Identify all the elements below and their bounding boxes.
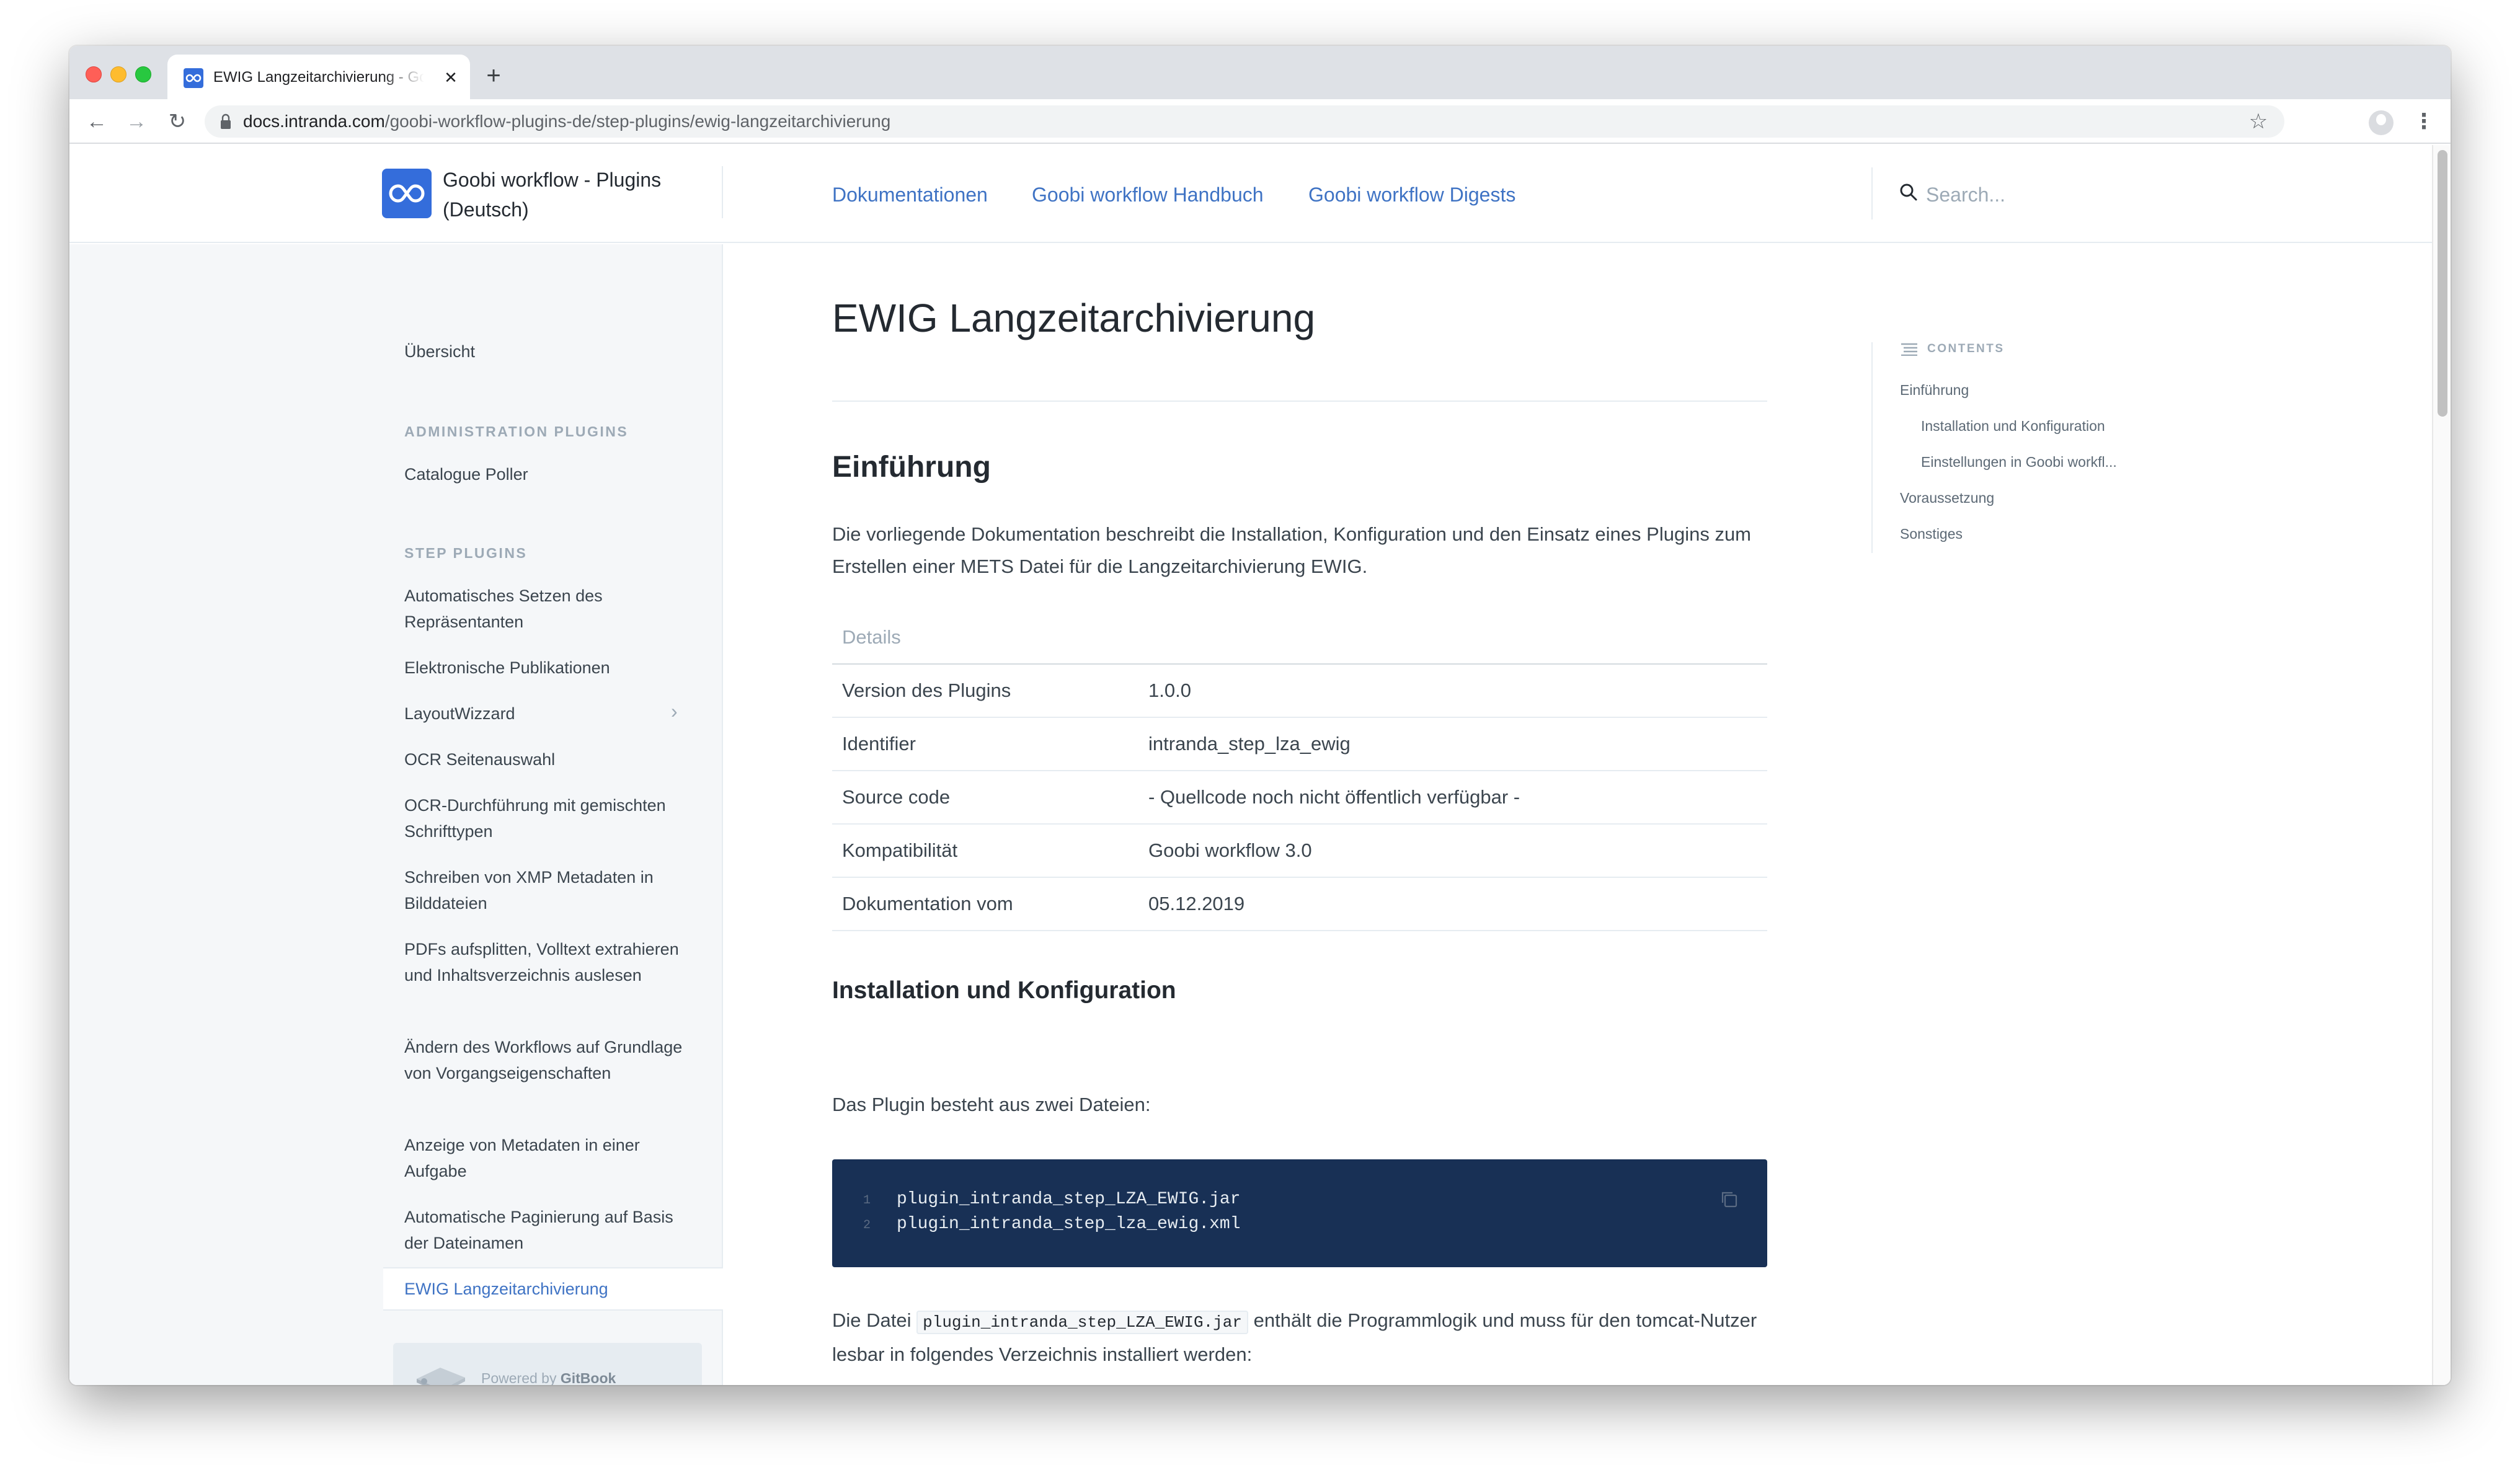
table-cell-key: Source code <box>842 786 951 808</box>
table-cell-value: - Quellcode noch nicht öffentlich verfüg… <box>1148 786 1520 808</box>
browser-tab-active[interactable]: EWIG Langzeitarchivierung - Goobi workfl… <box>167 55 470 99</box>
sidebar-item-representant[interactable]: Automatisches Setzen des Repräsentanten <box>404 583 696 635</box>
powered-text: Powered by GitBook <box>481 1368 616 1385</box>
table-cell-value: intranda_step_lza_ewig <box>1148 733 1351 754</box>
table-cell-value: Goobi workflow 3.0 <box>1148 839 1312 861</box>
lock-icon <box>221 113 231 130</box>
sidebar-item-overview[interactable]: Übersicht <box>404 339 696 365</box>
new-tab-button[interactable]: + <box>481 63 506 88</box>
table-row: Source code - Quellcode noch nicht öffen… <box>832 771 1767 825</box>
sidebar-item-ocr-mixed[interactable]: OCR-Durchführung mit gemischten Schriftt… <box>404 792 696 844</box>
address-bar[interactable]: docs.intranda.com/goobi-workflow-plugins… <box>205 105 2284 138</box>
close-window-button[interactable] <box>86 66 102 82</box>
search-icon <box>1899 182 1919 202</box>
browser-window: EWIG Langzeitarchivierung - Goobi workfl… <box>69 46 2451 1385</box>
sidebar-item-ewig[interactable]: EWIG Langzeitarchivierung <box>404 1276 696 1302</box>
intro-paragraph: Die vorliegende Dokumentation beschreibt… <box>832 523 1752 577</box>
install-paragraph: Das Plugin besteht aus zwei Dateien: <box>832 1094 1151 1115</box>
title-divider <box>832 400 1767 402</box>
nav-link-dokumentationen[interactable]: Dokumentationen <box>832 181 988 208</box>
sidebar-item-metadata-display[interactable]: Anzeige von Metadaten in einer Aufgabe <box>404 1132 696 1184</box>
page-viewport: Goobi workflow - Plugins (Deutsch) Dokum… <box>69 145 2451 1385</box>
sidebar-item-workflow-change[interactable]: Ändern des Workflows auf Grundlage von V… <box>404 1034 696 1086</box>
forward-arrow-icon[interactable]: → <box>123 108 150 135</box>
gitbook-icon <box>414 1360 468 1385</box>
inline-code: plugin_intranda_step_LZA_EWIG.jar <box>916 1311 1248 1334</box>
site-title[interactable]: Goobi workflow - Plugins (Deutsch) <box>443 165 691 224</box>
toc-item-einfuehrung[interactable]: Einführung <box>1900 379 1969 400</box>
table-cell-key: Kompatibilität <box>842 839 958 861</box>
code-block[interactable]: 1 plugin_intranda_step_LZA_EWIG.jar 2 plug… <box>832 1159 1767 1267</box>
scrollbar-thumb[interactable] <box>2438 150 2447 417</box>
table-cell-value: 05.12.2019 <box>1148 893 1245 914</box>
powered-by-gitbook[interactable]: Powered by GitBook <box>393 1343 702 1385</box>
table-cell-key: Version des Plugins <box>842 679 1011 701</box>
sidebar-item-pagination[interactable]: Automatische Paginierung auf Basis der D… <box>404 1204 696 1256</box>
toc-item-installation[interactable]: Installation und Konfiguration <box>1921 415 2105 436</box>
copy-icon[interactable] <box>1719 1189 1739 1209</box>
sidebar-item-epub[interactable]: Elektronische Publikationen <box>404 655 696 681</box>
star-icon[interactable]: ☆ <box>2246 109 2271 134</box>
table-header-label: Details <box>842 626 901 648</box>
sidebar-item-ocr-seitenauswahl[interactable]: OCR Seitenauswahl <box>404 746 696 772</box>
minimize-window-button[interactable] <box>110 66 126 82</box>
code-line-number: 2 <box>863 1218 871 1232</box>
code-line-text: plugin_intranda_step_lza_ewig.xml <box>897 1215 1241 1234</box>
back-arrow-icon[interactable]: ← <box>83 108 110 135</box>
toc-item-voraussetzung[interactable]: Voraussetzung <box>1900 487 1994 508</box>
logo-infinity-icon[interactable] <box>382 169 432 218</box>
section-heading-installation: Installation und Konfiguration <box>832 977 1176 1004</box>
table-cell-key: Identifier <box>842 733 916 754</box>
page-title: EWIG Langzeitarchivierung <box>832 296 1316 340</box>
search-divider <box>1871 167 1873 219</box>
table-row: Identifier intranda_step_lza_ewig <box>832 718 1767 771</box>
table-header: Details <box>832 611 1767 665</box>
toc-divider <box>1871 342 1873 553</box>
nav-link-handbuch[interactable]: Goobi workflow Handbuch <box>1032 181 1264 208</box>
chevron-right-icon[interactable]: › <box>671 701 690 721</box>
browser-toolbar: ← → ↻ docs.intranda.com/goobi-workflow-p… <box>69 99 2451 144</box>
maximize-window-button[interactable] <box>135 66 151 82</box>
file-paragraph: Die Datei plugin_intranda_step_LZA_EWIG.… <box>832 1304 1775 1371</box>
header-divider <box>722 166 723 218</box>
sidebar-item-pdf-split[interactable]: PDFs aufsplitten, Volltext extrahieren u… <box>404 936 696 988</box>
sidebar-item-layoutwizzard[interactable]: LayoutWizzard <box>404 701 696 727</box>
tab-close-icon[interactable]: ✕ <box>441 68 460 87</box>
table-row: Kompatibilität Goobi workflow 3.0 <box>832 825 1767 878</box>
reload-icon[interactable]: ↻ <box>164 108 191 135</box>
toc-heading: CONTENTS <box>1927 342 2005 355</box>
profile-avatar[interactable] <box>2369 110 2394 135</box>
sidebar-item-catalogue-poller[interactable]: Catalogue Poller <box>404 461 696 487</box>
code-line: 1 plugin_intranda_step_LZA_EWIG.jar <box>863 1188 1241 1213</box>
page-scrollbar[interactable] <box>2432 145 2451 1385</box>
table-row: Dokumentation vom 05.12.2019 <box>832 878 1767 931</box>
table-cell-value: 1.0.0 <box>1148 679 1191 701</box>
menu-kebab-icon[interactable]: ⋮ <box>2413 108 2434 135</box>
url-text: docs.intranda.com/goobi-workflow-plugins… <box>243 105 890 138</box>
code-line-number: 1 <box>863 1193 871 1208</box>
code-line-text: plugin_intranda_step_LZA_EWIG.jar <box>897 1190 1241 1209</box>
toc-item-einstellungen[interactable]: Einstellungen in Goobi workfl... <box>1921 451 2117 472</box>
site-header: Goobi workflow - Plugins (Deutsch) Dokum… <box>69 145 2432 243</box>
favicon-icon <box>184 68 203 88</box>
section-heading-einfuehrung: Einführung <box>832 451 991 484</box>
toc-list-icon <box>1901 342 1917 356</box>
url-host: docs.intranda.com <box>243 112 385 131</box>
table-row: Version des Plugins 1.0.0 <box>832 665 1767 718</box>
url-path: /goobi-workflow-plugins-de/step-plugins/… <box>384 112 891 131</box>
search-input[interactable]: Search... <box>1926 181 2162 208</box>
code-line: 2 plugin_intranda_step_lza_ewig.xml <box>863 1213 1241 1237</box>
sidebar-heading-step: STEP PLUGINS <box>404 545 528 561</box>
sidebar-heading-admin: ADMINISTRATION PLUGINS <box>404 423 629 440</box>
tab-strip: EWIG Langzeitarchivierung - Goobi workfl… <box>69 46 2451 99</box>
sidebar-item-xmp[interactable]: Schreiben von XMP Metadaten in Bilddatei… <box>404 864 696 916</box>
powered-prefix: Powered by <box>481 1370 561 1385</box>
toc-item-sonstiges[interactable]: Sonstiges <box>1900 523 1963 544</box>
powered-brand: GitBook <box>560 1370 616 1385</box>
nav-link-digests[interactable]: Goobi workflow Digests <box>1308 181 1515 208</box>
table-cell-key: Dokumentation vom <box>842 893 1013 914</box>
tab-title: EWIG Langzeitarchivierung - Goobi workfl… <box>213 69 424 86</box>
file-text-before: Die Datei <box>832 1309 917 1331</box>
